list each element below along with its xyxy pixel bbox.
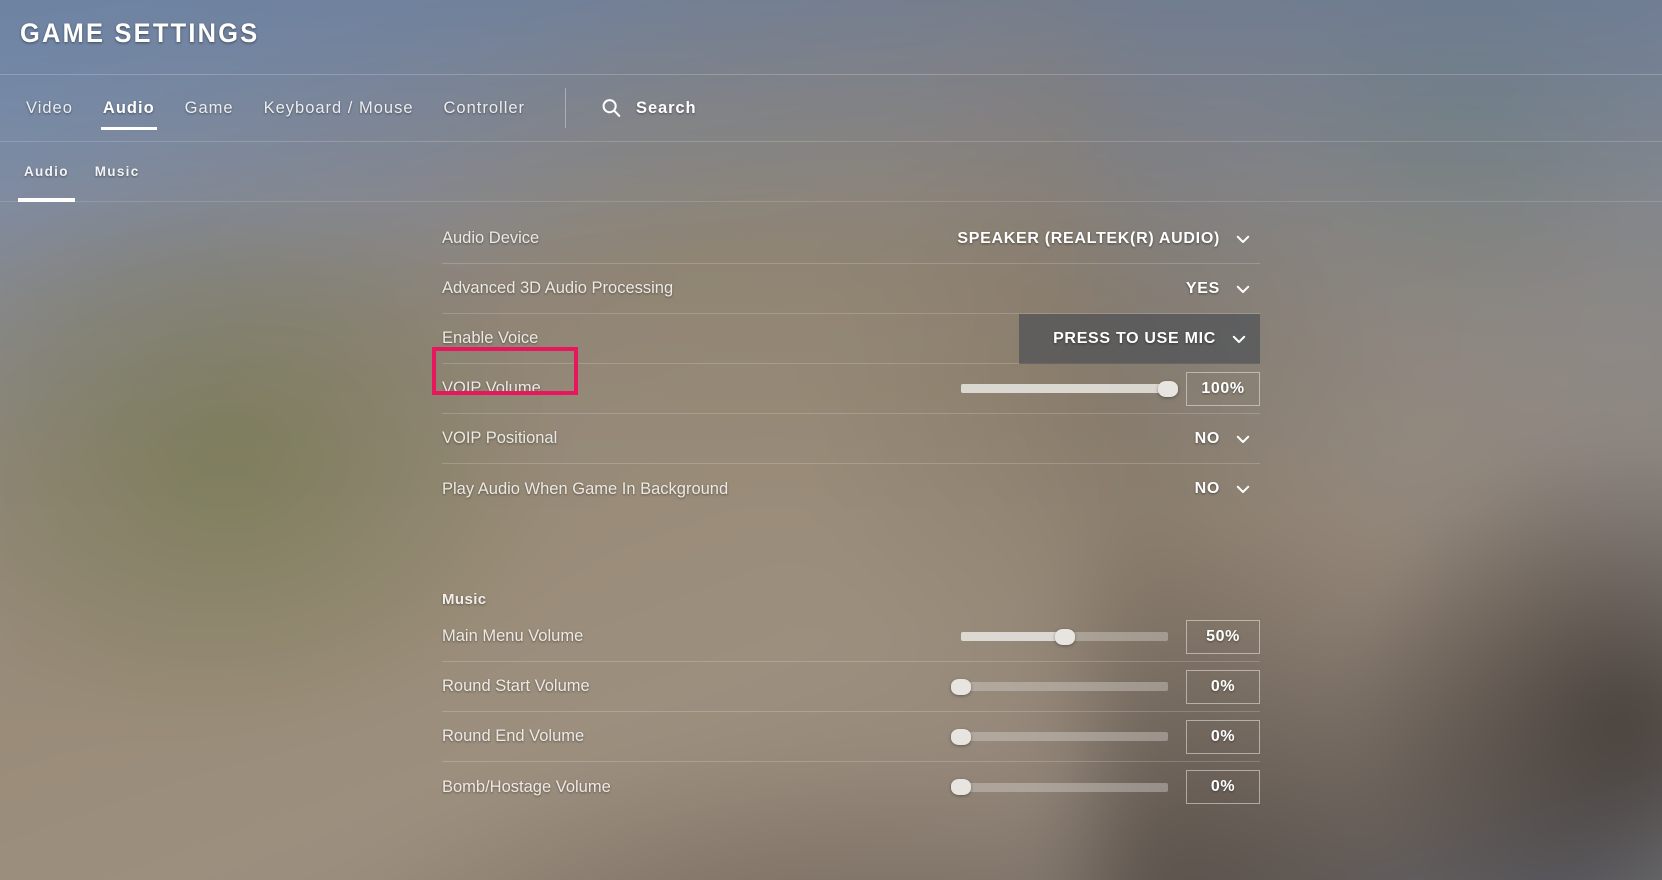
nav-item-label: Game bbox=[184, 98, 234, 117]
setting-label: Round End Volume bbox=[442, 727, 585, 745]
settings-list: Audio Device SPEAKER (REALTEK(R) AUDIO) Ad… bbox=[442, 214, 1260, 812]
dropdown-value: PRESS TO USE MIC bbox=[1053, 329, 1216, 347]
setting-row-bomb-hostage-volume[interactable]: Bomb/Hostage Volume 0% bbox=[442, 762, 1260, 812]
setting-row-voip-positional[interactable]: VOIP Positional NO bbox=[442, 414, 1260, 464]
setting-label: Enable Voice bbox=[442, 329, 539, 347]
subnav-item-audio[interactable]: Audio bbox=[18, 142, 75, 202]
nav-item-game[interactable]: Game bbox=[183, 74, 236, 142]
dropdown-value: YES bbox=[1185, 279, 1220, 297]
slider-group: 0% bbox=[951, 712, 1260, 762]
nav-item-label: Audio bbox=[102, 98, 155, 117]
setting-row-round-end-volume[interactable]: Round End Volume 0% bbox=[442, 712, 1260, 762]
nav-item-video[interactable]: Video bbox=[24, 74, 75, 142]
slider-thumb[interactable] bbox=[951, 678, 971, 695]
slider-thumb[interactable] bbox=[951, 779, 971, 795]
slider-group: 0% bbox=[951, 662, 1260, 712]
setting-label: Advanced 3D Audio Processing bbox=[442, 279, 674, 297]
dropdown-enable-voice[interactable]: PRESS TO USE MIC bbox=[1019, 313, 1260, 364]
dropdown-audio-device[interactable]: SPEAKER (REALTEK(R) AUDIO) bbox=[941, 214, 1260, 264]
setting-control: YES bbox=[1170, 264, 1260, 313]
setting-row-audio-device[interactable]: Audio Device SPEAKER (REALTEK(R) AUDIO) bbox=[442, 214, 1260, 264]
nav-item-label: Keyboard / Mouse bbox=[263, 98, 414, 117]
slider-thumb[interactable] bbox=[1158, 380, 1178, 397]
setting-row-advanced-3d-audio-processing[interactable]: Advanced 3D Audio Processing YES bbox=[442, 264, 1260, 314]
slider-group: 100% bbox=[961, 364, 1260, 414]
setting-label: VOIP Volume bbox=[442, 379, 541, 397]
nav-divider bbox=[565, 88, 567, 128]
slider-round-start-volume[interactable] bbox=[951, 678, 1168, 695]
slider-value-box[interactable]: 0% bbox=[1186, 770, 1260, 804]
primary-nav: Video Audio Game Keyboard / Mouse Controller… bbox=[0, 74, 1662, 142]
music-section-heading: Music bbox=[442, 591, 487, 608]
slider-bomb-hostage-volume[interactable] bbox=[951, 779, 1168, 795]
search-label: Search bbox=[636, 98, 697, 117]
setting-control: PRESS TO USE MIC bbox=[1019, 313, 1260, 364]
page-title: GAME SETTINGS bbox=[20, 18, 260, 48]
slider-round-end-volume[interactable] bbox=[951, 728, 1168, 745]
setting-control: 0% bbox=[951, 712, 1260, 762]
chevron-down-icon bbox=[1234, 230, 1252, 248]
nav-item-controller[interactable]: Controller bbox=[442, 74, 528, 142]
setting-control: 100% bbox=[961, 364, 1260, 413]
chevron-down-icon bbox=[1234, 480, 1252, 498]
chevron-down-icon bbox=[1234, 430, 1252, 448]
setting-control: NO bbox=[1179, 414, 1260, 463]
slider-fill bbox=[961, 632, 1065, 641]
setting-control: 0% bbox=[951, 762, 1260, 812]
subnav-item-label: Audio bbox=[24, 164, 69, 179]
subnav-item-music[interactable]: Music bbox=[95, 142, 140, 202]
setting-label: Audio Device bbox=[442, 229, 540, 247]
nav-item-keyboard-mouse[interactable]: Keyboard / Mouse bbox=[262, 74, 416, 142]
setting-control: NO bbox=[1179, 464, 1260, 514]
setting-label: Play Audio When Game In Background bbox=[442, 479, 729, 498]
setting-label: Round Start Volume bbox=[442, 677, 590, 695]
setting-control: 0% bbox=[951, 662, 1260, 712]
slider-group: 0% bbox=[951, 762, 1260, 812]
slider-group: 50% bbox=[961, 612, 1260, 662]
setting-row-round-start-volume[interactable]: Round Start Volume 0% bbox=[442, 662, 1260, 712]
slider-value-box[interactable]: 0% bbox=[1186, 719, 1260, 754]
chevron-down-icon bbox=[1234, 280, 1252, 298]
setting-control: SPEAKER (REALTEK(R) AUDIO) bbox=[941, 214, 1260, 263]
slider-voip-volume[interactable] bbox=[961, 380, 1178, 397]
search-button[interactable]: Search bbox=[600, 97, 696, 119]
slider-thumb[interactable] bbox=[1054, 628, 1075, 645]
chevron-down-icon bbox=[1230, 330, 1248, 348]
slider-value-box[interactable]: 50% bbox=[1186, 619, 1260, 654]
slider-main-menu-volume[interactable] bbox=[961, 628, 1168, 645]
dropdown-advanced-3d-audio-processing[interactable]: YES bbox=[1170, 264, 1260, 314]
setting-row-main-menu-volume[interactable]: Main Menu Volume 50% bbox=[442, 612, 1260, 662]
setting-label: Main Menu Volume bbox=[442, 627, 584, 645]
setting-row-voip-volume[interactable]: VOIP Volume 100% bbox=[442, 364, 1260, 414]
nav-item-label: Video bbox=[26, 98, 73, 117]
subnav-item-label: Music bbox=[94, 164, 140, 179]
setting-label: Bomb/Hostage Volume bbox=[442, 777, 611, 796]
slider-value-box[interactable]: 100% bbox=[1186, 371, 1260, 406]
setting-control: 50% bbox=[961, 612, 1260, 661]
secondary-nav: Audio Music bbox=[0, 142, 1662, 202]
nav-item-label: Controller bbox=[443, 98, 526, 117]
audio-settings-group: Audio Device SPEAKER (REALTEK(R) AUDIO) Ad… bbox=[442, 214, 1260, 514]
slider-thumb[interactable] bbox=[951, 728, 971, 745]
setting-row-play-audio-when-game-in-background[interactable]: Play Audio When Game In Background NO bbox=[442, 464, 1260, 514]
music-settings-group: Main Menu Volume 50% Round Start Volume 0% R… bbox=[442, 612, 1260, 812]
search-icon bbox=[600, 97, 622, 119]
dropdown-value: NO bbox=[1194, 429, 1220, 447]
slider-fill bbox=[961, 384, 1168, 393]
dropdown-value: NO bbox=[1194, 480, 1220, 497]
title-bar: GAME SETTINGS bbox=[0, 0, 1662, 74]
setting-row-enable-voice[interactable]: Enable Voice PRESS TO USE MIC bbox=[442, 313, 1260, 364]
dropdown-voip-positional[interactable]: NO bbox=[1179, 414, 1260, 464]
dropdown-play-audio-when-game-in-background[interactable]: NO bbox=[1179, 464, 1260, 514]
nav-item-audio[interactable]: Audio bbox=[100, 74, 157, 142]
setting-label: VOIP Positional bbox=[442, 429, 558, 447]
slider-value-box[interactable]: 0% bbox=[1186, 669, 1260, 704]
dropdown-value: SPEAKER (REALTEK(R) AUDIO) bbox=[957, 229, 1220, 247]
